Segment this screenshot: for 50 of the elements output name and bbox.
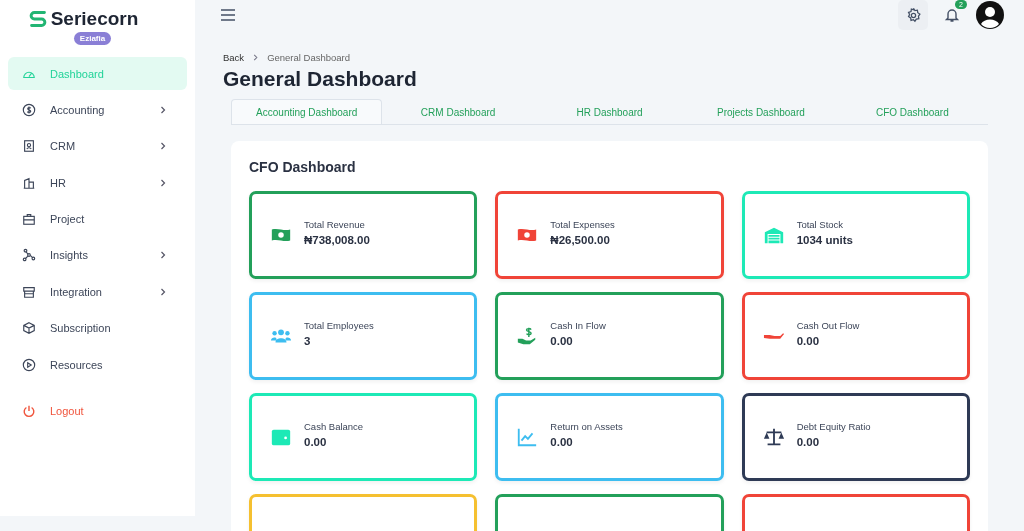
breadcrumb-current: General Dashboard (267, 52, 351, 63)
stat-value: ₦26,500.00 (550, 233, 611, 246)
sidebar-item[interactable]: Insights (8, 238, 187, 272)
avatar-icon[interactable] (976, 1, 1004, 29)
stat-label: Cash Balance (304, 420, 364, 432)
play-icon (22, 357, 36, 372)
brand-name: Seriecorn (50, 8, 139, 30)
sidebar-item[interactable]: Integration (8, 275, 187, 309)
chart-icon (516, 426, 539, 448)
page-title: General Dashboard (223, 67, 418, 91)
sidebar-item[interactable]: Project (8, 202, 187, 236)
chevron-icon (252, 54, 260, 61)
sidebar-item[interactable]: Accounting (8, 93, 187, 127)
stat-label: Total Employees (304, 319, 374, 331)
stat-label: Cash In Flow (550, 319, 606, 331)
settings-button[interactable] (898, 0, 928, 30)
stat-value: 0.00 (304, 435, 328, 448)
logout-item[interactable]: Logout (8, 394, 187, 428)
stat-label: Total Stock (796, 218, 845, 230)
stat-value: 0.00 (550, 334, 574, 347)
notification-icon[interactable] (944, 7, 960, 23)
stat-label: Total Expenses (550, 218, 615, 230)
stat-value: 0.00 (550, 435, 574, 448)
back-link[interactable]: Back (223, 52, 245, 63)
building-icon (22, 175, 36, 190)
stat-value: 0.00 (796, 435, 821, 448)
power-icon (22, 404, 36, 418)
sidebar-item[interactable]: CRM (8, 129, 187, 163)
store-icon (22, 284, 36, 299)
stat-value: 0.00 (796, 334, 821, 347)
stat-label: Return on Assets (550, 420, 623, 432)
sidebar-item[interactable]: Subscription (8, 311, 187, 345)
briefcase-icon (22, 212, 36, 227)
hand-icon (762, 332, 785, 340)
stat-label: Cash Out Flow (796, 319, 860, 331)
scale-icon (762, 426, 785, 448)
stat-value: ₦738,008.00 (304, 233, 370, 246)
stat-label: Total Revenue (304, 218, 366, 230)
nodes-icon (22, 248, 36, 263)
panel-title: CFO Dashboard (249, 159, 357, 175)
stat-value: 3 (304, 334, 312, 347)
dollar-icon (22, 102, 36, 117)
contact-icon (22, 139, 36, 154)
stat-label: Debt Equity Ratio (796, 420, 871, 432)
workspace-badge: Eziafia (73, 32, 112, 45)
box-icon (22, 321, 36, 336)
menu-icon[interactable] (221, 9, 235, 21)
stat-value: 1034 units (796, 233, 853, 246)
sidebar-item[interactable]: HR (8, 166, 187, 200)
sidebar-item[interactable]: Resources (8, 348, 187, 382)
